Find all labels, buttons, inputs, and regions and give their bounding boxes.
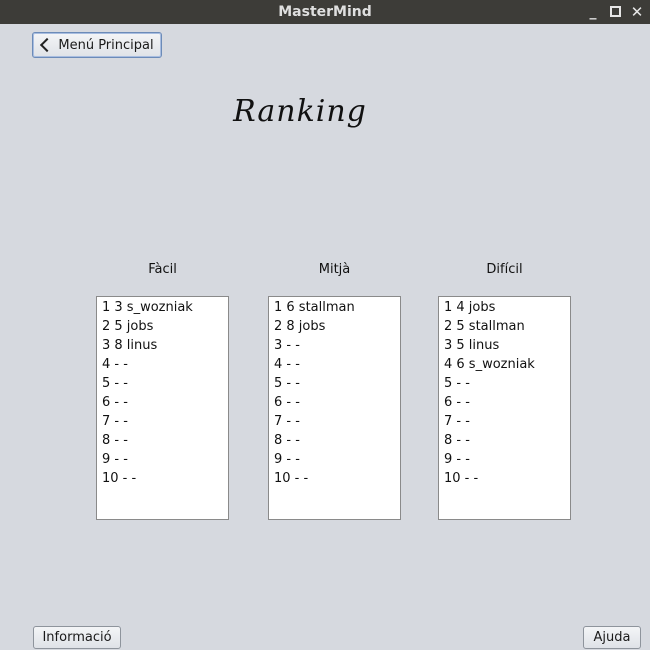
list-item[interactable]: 1 6 stallman [274, 298, 400, 317]
ranking-list-medium[interactable]: 1 6 stallman 2 8 jobs 3 - - 4 - - 5 - - … [268, 296, 401, 520]
list-item[interactable]: 5 - - [102, 374, 228, 393]
list-item[interactable]: 5 - - [274, 374, 400, 393]
list-item[interactable]: 4 6 s_wozniak [444, 355, 570, 374]
close-icon: ✕ [630, 3, 644, 21]
chevron-left-icon [40, 37, 55, 53]
maximize-icon [609, 6, 621, 17]
ranking-list-hard[interactable]: 1 4 jobs 2 5 stallman 3 5 linus 4 6 s_wo… [438, 296, 571, 520]
list-item[interactable]: 10 - - [444, 469, 570, 488]
page-title: Ranking [233, 94, 367, 129]
list-item[interactable]: 1 3 s_wozniak [102, 298, 228, 317]
list-item[interactable]: 6 - - [274, 393, 400, 412]
list-item[interactable]: 3 5 linus [444, 336, 570, 355]
minimize-button[interactable]: _ [584, 0, 602, 24]
title-bar: MasterMind _ ✕ [0, 0, 650, 24]
column-label-easy: Fàcil [148, 262, 177, 277]
list-item[interactable]: 4 - - [274, 355, 400, 374]
help-button[interactable]: Ajuda [583, 626, 641, 649]
list-item[interactable]: 2 5 stallman [444, 317, 570, 336]
column-label-medium: Mitjà [318, 262, 351, 277]
ranking-list-easy[interactable]: 1 3 s_wozniak 2 5 jobs 3 8 linus 4 - - 5… [96, 296, 229, 520]
list-item[interactable]: 10 - - [274, 469, 400, 488]
list-item[interactable]: 7 - - [102, 412, 228, 431]
list-item[interactable]: 6 - - [102, 393, 228, 412]
list-item[interactable]: 1 4 jobs [444, 298, 570, 317]
list-item[interactable]: 2 5 jobs [102, 317, 228, 336]
list-item[interactable]: 8 - - [444, 431, 570, 450]
list-item[interactable]: 10 - - [102, 469, 228, 488]
main-menu-button-label: Menú Principal [58, 37, 154, 53]
main-menu-button[interactable]: Menú Principal [32, 32, 162, 58]
list-item[interactable]: 3 8 linus [102, 336, 228, 355]
list-item[interactable]: 7 - - [444, 412, 570, 431]
list-item[interactable]: 9 - - [274, 450, 400, 469]
list-item[interactable]: 3 - - [274, 336, 400, 355]
close-button[interactable]: ✕ [628, 0, 646, 24]
list-item[interactable]: 5 - - [444, 374, 570, 393]
list-item[interactable]: 8 - - [274, 431, 400, 450]
list-item[interactable]: 8 - - [102, 431, 228, 450]
list-item[interactable]: 4 - - [102, 355, 228, 374]
list-item[interactable]: 2 8 jobs [274, 317, 400, 336]
column-label-hard: Difícil [486, 262, 523, 277]
info-button[interactable]: Informació [33, 626, 121, 649]
list-item[interactable]: 9 - - [444, 450, 570, 469]
window-title: MasterMind [278, 4, 372, 20]
list-item[interactable]: 7 - - [274, 412, 400, 431]
list-item[interactable]: 9 - - [102, 450, 228, 469]
minimize-icon: _ [589, 4, 597, 20]
maximize-button[interactable] [606, 0, 624, 24]
list-item[interactable]: 6 - - [444, 393, 570, 412]
